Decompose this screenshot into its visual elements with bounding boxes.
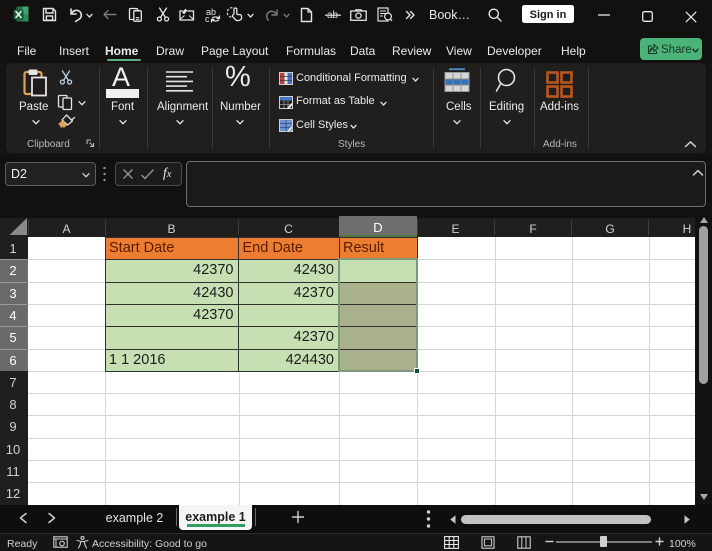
svg-text:c: c [205, 14, 210, 23]
